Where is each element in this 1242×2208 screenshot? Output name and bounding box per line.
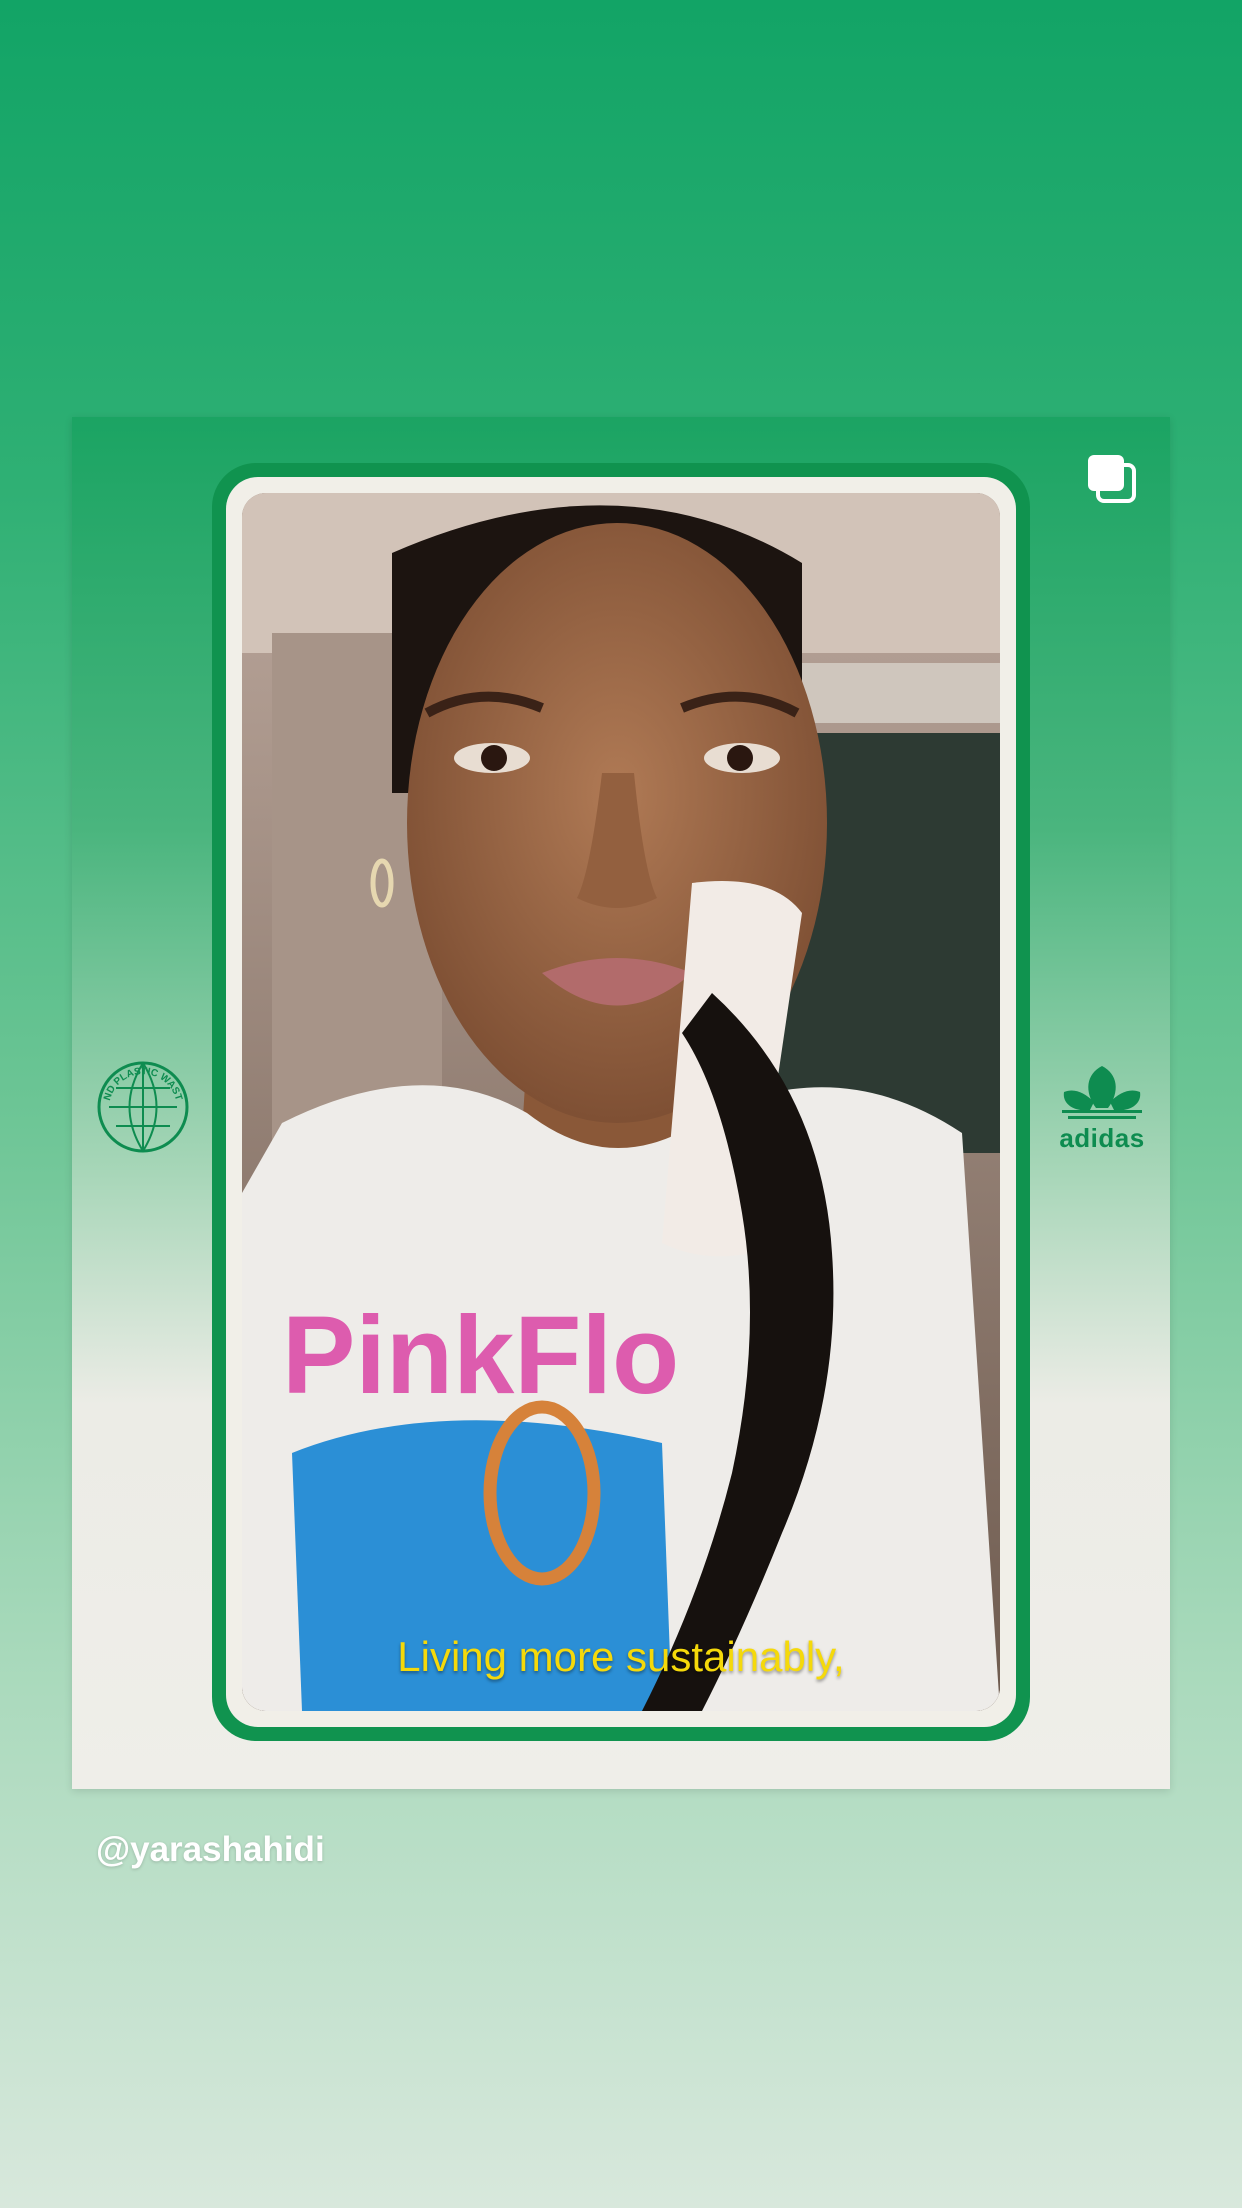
brand-wordmark: adidas — [1059, 1123, 1145, 1153]
video-subtitle: Living more sustainably, — [397, 1633, 845, 1680]
trefoil-icon — [1062, 1066, 1142, 1119]
story-post-card[interactable]: PinkFlo Living more sustainably, END PLA… — [72, 417, 1170, 1789]
video-player[interactable]: PinkFlo Living more sustainably, — [242, 493, 1000, 1711]
video-frame-image: PinkFlo — [242, 493, 1000, 1711]
video-frame-inner: PinkFlo Living more sustainably, — [226, 477, 1016, 1727]
stacked-squares-icon[interactable] — [1084, 451, 1140, 507]
shirt-print-text: PinkFlo — [282, 1294, 679, 1417]
mention-username[interactable]: @yarashahidi — [96, 1830, 325, 1870]
adidas-logo: adidas — [1052, 1062, 1152, 1154]
video-frame: PinkFlo Living more sustainably, — [212, 463, 1030, 1741]
globe-icon: END PLASTIC WASTE — [93, 1052, 190, 1154]
